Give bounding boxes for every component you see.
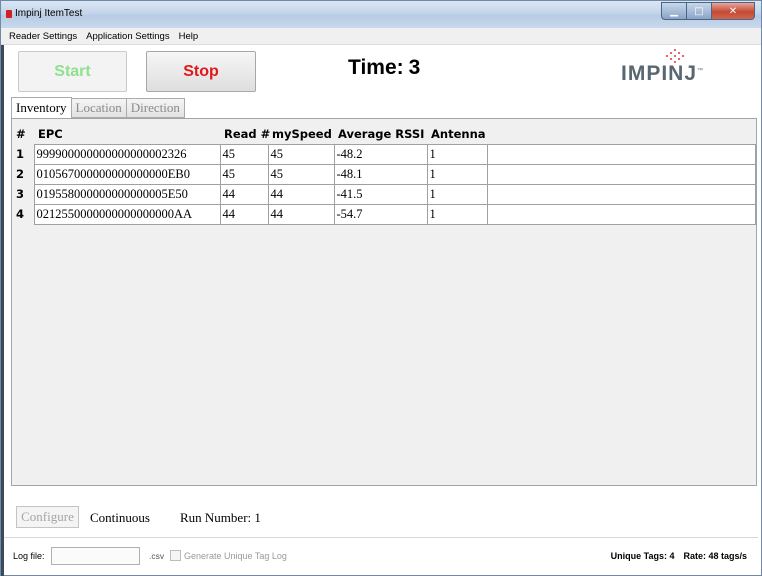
cell-read-count[interactable]: 44 [219,203,269,225]
tab-direction[interactable]: Direction [125,98,185,118]
header-antenna[interactable]: Antenna [427,124,487,144]
timer-display: Time: 3 [348,56,420,80]
header-filler [487,124,756,144]
menu-reader-settings[interactable]: Reader Settings [9,31,77,42]
maximize-button[interactable]: □ [687,2,712,20]
cell-epc[interactable]: 0212550000000000000000AA [33,203,221,225]
mode-label: Continuous [90,510,150,525]
minimize-button[interactable]: ▁ [661,2,687,20]
cell-antenna[interactable]: 1 [426,183,488,205]
app-icon [6,10,12,18]
cell-read-count[interactable]: 45 [219,163,269,185]
cell-epc[interactable]: 010567000000000000000EB0 [33,163,221,185]
row-number: 1 [12,144,34,164]
read-rate: Rate: 48 tags/s [683,551,747,561]
app-window: Impinj ItemTest ▁ □ ✕ Reader Settings Ap… [0,0,762,576]
impinj-logo: IMPINJ™ [621,49,721,89]
window-edge [1,28,4,576]
table-header-row: # EPC Read # mySpeed Average RSSI Antenn… [12,124,756,144]
window-controls: ▁ □ ✕ [661,2,755,20]
row-number: 4 [12,204,34,224]
cell-filler [486,203,756,225]
unique-tags-count: Unique Tags: 4 [610,551,675,561]
cell-myspeed[interactable]: 45 [267,163,335,185]
menu-bar: Reader Settings Application Settings Hel… [1,28,761,45]
header-myspeed[interactable]: mySpeed [268,124,334,144]
table-row[interactable]: 3 019558000000000000005E50 44 44 -41.5 1 [12,183,756,205]
cell-antenna[interactable]: 1 [426,203,488,225]
cell-antenna[interactable]: 1 [426,163,488,185]
minimize-icon: ▁ [670,5,678,17]
cell-average-rssi[interactable]: -41.5 [333,183,428,205]
header-read-count[interactable]: Read # [220,124,270,144]
unique-tag-log-checkbox[interactable] [170,550,181,561]
table-row[interactable]: 4 0212550000000000000000AA 44 44 -54.7 1 [12,203,756,225]
divider [4,537,758,538]
csv-extension-label: .csv [149,551,165,561]
cell-read-count[interactable]: 44 [219,183,269,205]
log-file-input[interactable] [51,547,140,565]
logo-dots-icon [664,49,688,63]
cell-myspeed[interactable]: 44 [267,183,335,205]
tab-location[interactable]: Location [70,98,127,118]
inventory-table: # EPC Read # mySpeed Average RSSI Antenn… [12,124,756,225]
menu-application-settings[interactable]: Application Settings [86,31,169,42]
timer-label: Time: [348,56,404,79]
cell-average-rssi[interactable]: -48.2 [333,143,428,165]
header-number[interactable]: # [12,124,34,144]
close-icon: ✕ [728,5,738,17]
table-row[interactable]: 2 010567000000000000000EB0 45 45 -48.1 1 [12,163,756,185]
cell-filler [486,163,756,185]
table-row[interactable]: 1 999900000000000000002326 45 45 -48.2 1 [12,143,756,165]
cell-myspeed[interactable]: 44 [267,203,335,225]
log-file-label: Log file: [13,551,45,561]
cell-epc[interactable]: 999900000000000000002326 [33,143,221,165]
cell-read-count[interactable]: 45 [219,143,269,165]
cell-filler [486,183,756,205]
maximize-icon: □ [694,5,704,17]
window-title: Impinj ItemTest [15,8,83,19]
title-bar[interactable]: Impinj ItemTest ▁ □ ✕ [1,1,761,28]
run-number-label: Run Number: 1 [180,510,261,525]
start-button[interactable]: Start [18,51,127,92]
close-button[interactable]: ✕ [712,2,755,20]
cell-average-rssi[interactable]: -54.7 [333,203,428,225]
cell-antenna[interactable]: 1 [426,143,488,165]
cell-myspeed[interactable]: 45 [267,143,335,165]
cell-average-rssi[interactable]: -48.1 [333,163,428,185]
status-stats: Unique Tags: 4 Rate: 48 tags/s [609,551,747,561]
unique-tag-log-label: Generate Unique Tag Log [184,551,287,561]
configure-button[interactable]: Configure [16,506,79,528]
row-number: 3 [12,184,34,204]
row-number: 2 [12,164,34,184]
cell-filler [486,143,756,165]
tab-bar: Inventory Location Direction [11,97,185,119]
header-average-rssi[interactable]: Average RSSI [334,124,427,144]
header-epc[interactable]: EPC [34,124,220,144]
timer-value: 3 [408,56,421,79]
logo-text: IMPINJ™ [621,62,705,85]
cell-epc[interactable]: 019558000000000000005E50 [33,183,221,205]
stop-button[interactable]: Stop [146,51,256,92]
tab-inventory[interactable]: Inventory [11,97,72,119]
menu-help[interactable]: Help [179,31,199,42]
inventory-grid[interactable]: # EPC Read # mySpeed Average RSSI Antenn… [11,118,757,486]
